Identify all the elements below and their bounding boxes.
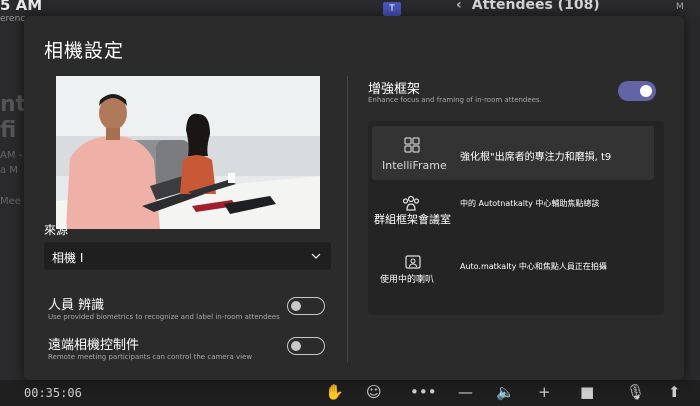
toggle-knob [640, 85, 652, 97]
mode-option-intelliframe[interactable]: IntelliFrame 強化根"出席者的專注力和磨損, t9 [372, 126, 654, 180]
mode-name: 群組框架會議室 [374, 213, 451, 226]
mode-option-group-frame[interactable]: 群組框架會議室 中的 Autotnatkalty 中心輔助焦點總該 [372, 188, 654, 242]
mic-icon[interactable]: 🎙 [626, 384, 645, 400]
far-end-camera-control-title: 遠端相機控制件 [48, 338, 140, 353]
camera-settings-dialog: 相機設定 來源 相機 I 人員 辨識 Use provided biometri… [24, 16, 684, 380]
source-dropdown[interactable]: 相機 I [44, 242, 331, 270]
meeting-sub-text: erenc [0, 14, 26, 24]
add-icon[interactable]: + [538, 384, 551, 400]
attendees-header[interactable]: ‹ Attendees (108) [456, 0, 600, 13]
attendees-title: Attendees (108) [471, 0, 600, 13]
camera-preview [56, 76, 320, 229]
enhanced-frame-description: Enhance focus and framing of in-room att… [368, 96, 542, 104]
back-chevron-icon[interactable]: ‹ [456, 0, 462, 13]
mode-name: 使用中的喇叭 [380, 275, 435, 285]
meeting-info-line: AM - [0, 150, 23, 161]
toggle-knob [291, 300, 301, 311]
mode-name: IntelliFrame [382, 159, 447, 172]
mode-description: 中的 Autotnatkalty 中心輔助焦點總該 [460, 199, 600, 208]
mode-description: Auto.matkalty 中心和焦點人員正在拍攝 [460, 262, 607, 271]
teams-icon[interactable]: T [383, 2, 401, 16]
camera-icon[interactable]: ■ [580, 384, 594, 400]
mode-description: 強化根"出席者的專注力和磨損, t9 [460, 152, 612, 163]
meeting-info-line: a M [0, 165, 18, 176]
mode-option-active-speaker[interactable]: 使用中的喇叭 Auto.matkalty 中心和焦點人員正在拍攝 [372, 252, 654, 306]
people-recognition-toggle[interactable] [287, 297, 325, 315]
source-label: 來源 [44, 223, 69, 237]
toggle-knob [291, 340, 301, 351]
grid-icon [404, 137, 420, 153]
far-end-camera-control-toggle[interactable] [287, 337, 325, 355]
minus-icon[interactable]: — [458, 384, 473, 400]
meeting-info-line: Mee [0, 196, 21, 207]
meeting-right-text: M [676, 2, 684, 12]
people-recognition-description: Use provided biometrics to recognize and… [48, 313, 280, 321]
call-duration: 00:35:06 [24, 386, 82, 400]
meeting-title-line2: fi [0, 118, 17, 143]
speaker-person-icon [405, 255, 421, 269]
source-selected-value: 相機 I [52, 251, 84, 265]
call-control-bar: 00:35:06 ✋ ☺ ••• — 🔈 + ■ 🎙 ⬆ [0, 380, 700, 406]
chevron-down-icon [311, 253, 321, 259]
more-icon[interactable]: ••• [410, 384, 437, 400]
camera-preview-image [56, 76, 320, 229]
people-recognition-title: 人員 辨識 [48, 298, 105, 313]
speaker-icon[interactable]: 🔈 [496, 384, 515, 400]
dialog-title: 相機設定 [44, 40, 125, 62]
far-end-camera-control-description: Remote meeting participants can control … [48, 353, 253, 361]
meeting-time-text: 5 AM [0, 0, 43, 14]
enhanced-frame-toggle[interactable] [618, 81, 656, 101]
group-icon [402, 195, 420, 211]
emoji-icon[interactable]: ☺ [366, 384, 382, 400]
raise-hand-icon[interactable]: ✋ [325, 384, 344, 400]
enhanced-frame-title: 增強框架 [368, 82, 421, 97]
framing-modes-panel: IntelliFrame 強化根"出席者的專注力和磨損, t9 群組框架會議室 … [368, 121, 664, 315]
share-icon[interactable]: ⬆ [668, 384, 681, 400]
column-divider [347, 76, 348, 362]
